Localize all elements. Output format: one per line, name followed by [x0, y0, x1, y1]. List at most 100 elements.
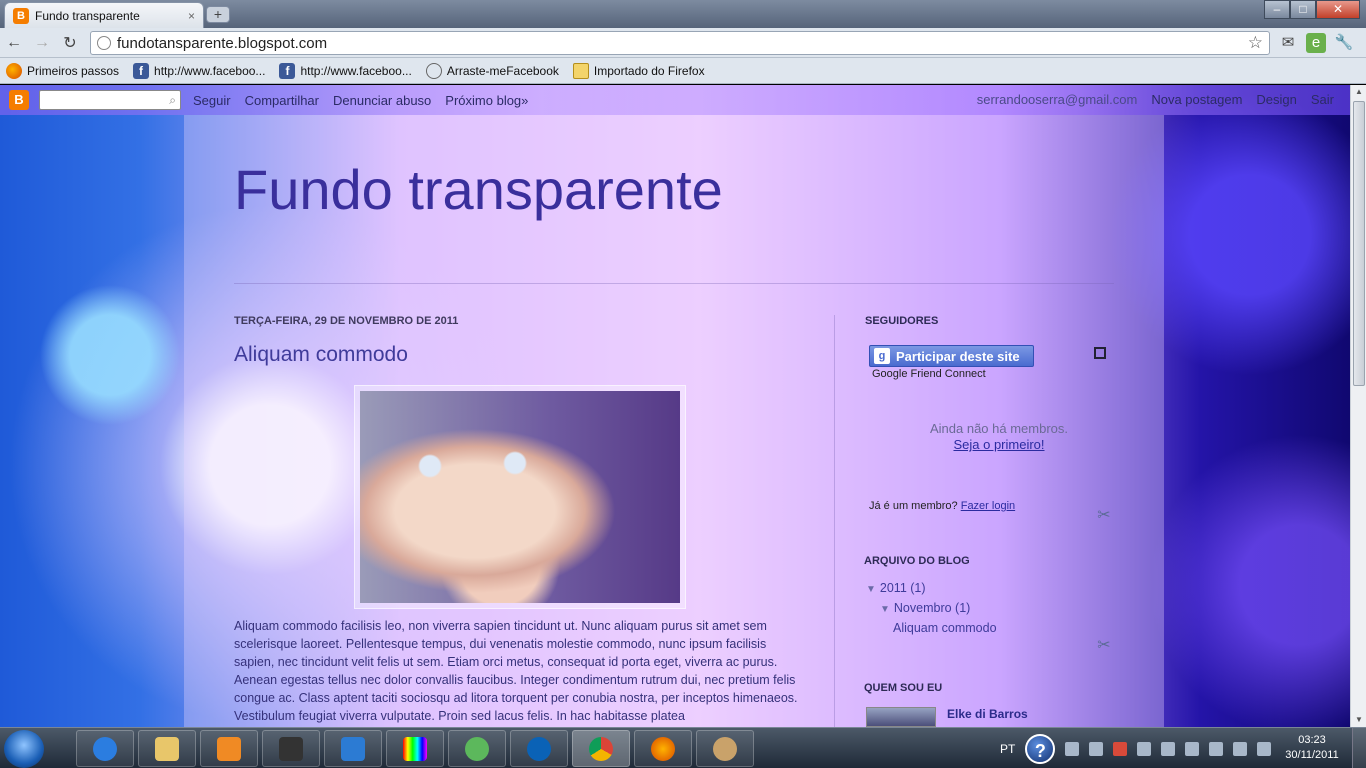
system-tray: PT ?	[1000, 728, 1272, 768]
post-image[interactable]	[354, 385, 686, 609]
ie-taskbar-button[interactable]	[76, 730, 134, 767]
share-link[interactable]: Compartilhar	[245, 93, 319, 108]
new-tab-button[interactable]: +	[206, 6, 230, 23]
bookmark-folder[interactable]: Importado do Firefox	[572, 62, 705, 79]
bookmark-label: Importado do Firefox	[593, 63, 705, 78]
archive-month-label: Novembro (1)	[893, 601, 971, 615]
flag-icon[interactable]	[1209, 741, 1224, 756]
show-desktop-button[interactable]	[1352, 728, 1366, 768]
reload-icon[interactable]: ↻	[56, 33, 84, 53]
report-abuse-link[interactable]: Denunciar abuso	[333, 93, 431, 108]
messenger-icon	[465, 736, 489, 761]
clock-time: 03:23	[1298, 734, 1326, 746]
tab-close-icon[interactable]: ×	[188, 9, 195, 23]
url-text[interactable]: fundotansparente.blogspot.com	[117, 35, 1248, 52]
bookmark-item[interactable]: Arraste-meFacebook	[425, 62, 559, 79]
hp-taskbar-button[interactable]	[510, 730, 568, 767]
archive-post-link[interactable]: Aliquam commodo	[893, 621, 997, 635]
bookmark-item[interactable]: f http://www.faceboo...	[279, 62, 412, 79]
column-divider	[834, 315, 835, 727]
network-signal-icon[interactable]	[1233, 741, 1248, 756]
folder-icon	[572, 62, 589, 79]
tray-icon[interactable]	[1089, 741, 1104, 756]
wrench-menu-icon[interactable]: 🔧	[1334, 33, 1354, 53]
google-friend-connect-icon: g	[874, 348, 890, 364]
firefox-icon	[6, 62, 22, 79]
paintbrush-taskbar-button[interactable]	[696, 730, 754, 767]
bookmark-item[interactable]: Primeiros passos	[6, 62, 119, 79]
tray-icon[interactable]	[1113, 741, 1128, 756]
browser-toolbar: ← → ↻ fundotansparente.blogspot.com ☆ ✉ …	[0, 28, 1366, 58]
login-link[interactable]: Fazer login	[961, 500, 1015, 512]
member-login-row: Já é um membro? Fazer login	[869, 500, 1015, 512]
blog-search-input[interactable]: ⌕	[39, 90, 181, 110]
facebook-icon: f	[133, 62, 150, 79]
tray-icon[interactable]	[1161, 741, 1176, 756]
language-indicator[interactable]: PT	[1000, 742, 1015, 756]
tray-icon[interactable]	[1065, 741, 1080, 756]
archive-year[interactable]: ▼ 2011 (1)	[866, 581, 926, 595]
edit-gadget-icon[interactable]: ✂	[1094, 635, 1114, 655]
sign-out-link[interactable]: Sair	[1311, 92, 1334, 107]
color-palette-icon	[403, 736, 427, 761]
chrome-taskbar-button[interactable]	[572, 730, 630, 767]
firefox-taskbar-button[interactable]	[634, 730, 692, 767]
firefox-icon	[651, 736, 675, 761]
expand-triangle-icon[interactable]: ▼	[880, 604, 890, 615]
bookmark-item[interactable]: f http://www.faceboo...	[133, 62, 265, 79]
tray-icon[interactable]	[1185, 741, 1200, 756]
expand-triangle-icon[interactable]: ▼	[866, 584, 876, 595]
media-player-taskbar-button[interactable]	[200, 730, 258, 767]
system-clock[interactable]: 03:23 30/11/2011	[1282, 733, 1342, 763]
tray-icon[interactable]	[1137, 741, 1152, 756]
post-date: TERÇA-FEIRA, 29 DE NOVEMBRO DE 2011	[234, 315, 459, 327]
folder-icon	[155, 736, 179, 761]
scroll-up-arrow[interactable]: ▲	[1351, 85, 1366, 99]
scrollbar-thumb[interactable]	[1353, 101, 1365, 386]
browser-tab[interactable]: B Fundo transparente ×	[4, 2, 204, 28]
forward-arrow-icon[interactable]: →	[28, 34, 56, 52]
address-bar[interactable]: fundotansparente.blogspot.com ☆	[90, 31, 1270, 55]
explorer-taskbar-button[interactable]	[138, 730, 196, 767]
help-icon[interactable]: ?	[1025, 733, 1056, 764]
new-post-link[interactable]: Nova postagem	[1151, 92, 1242, 107]
next-blog-link[interactable]: Próximo blog»	[445, 93, 528, 108]
close-window-button[interactable]: ✕	[1316, 0, 1360, 19]
vertical-scrollbar[interactable]: ▲ ▼	[1350, 85, 1366, 727]
edit-gadget-icon[interactable]: ✂	[1094, 505, 1114, 525]
chrome-icon	[589, 736, 613, 761]
account-email: serrandooserra@gmail.com	[976, 92, 1138, 107]
scroll-down-arrow[interactable]: ▼	[1351, 713, 1366, 727]
minimize-button[interactable]: –	[1264, 0, 1290, 19]
start-button[interactable]	[4, 730, 44, 768]
design-link[interactable]: Design	[1256, 92, 1296, 107]
author-avatar[interactable]	[866, 707, 936, 727]
blogger-navbar: B ⌕ Seguir Compartilhar Denunciar abuso …	[0, 85, 1350, 115]
browser-titlebar: B Fundo transparente × + – □ ✕	[0, 0, 1366, 28]
search-icon[interactable]: ⌕	[169, 93, 176, 108]
clock-date: 30/11/2011	[1285, 749, 1339, 761]
blogger-logo-icon[interactable]: B	[9, 90, 29, 110]
media-player-icon	[217, 736, 241, 761]
page-globe-icon	[97, 36, 111, 50]
archive-month[interactable]: ▼ Novembro (1)	[880, 601, 970, 615]
maximize-button[interactable]: □	[1290, 0, 1316, 19]
messenger-taskbar-button[interactable]	[448, 730, 506, 767]
paint-taskbar-button[interactable]	[386, 730, 444, 767]
back-arrow-icon[interactable]: ←	[0, 34, 28, 52]
post-title[interactable]: Aliquam commodo	[234, 343, 408, 367]
author-name[interactable]: Elke di Barros	[947, 707, 1028, 721]
be-first-link[interactable]: Seja o primeiro!	[919, 437, 1079, 452]
popout-icon[interactable]	[1094, 347, 1106, 359]
app-taskbar-button[interactable]	[324, 730, 382, 767]
volume-icon[interactable]	[1257, 741, 1272, 756]
blog-title[interactable]: Fundo transparente	[234, 157, 723, 222]
movie-clapper-icon	[279, 736, 303, 761]
join-site-button[interactable]: g Participar deste site	[869, 345, 1034, 367]
movie-maker-taskbar-button[interactable]	[262, 730, 320, 767]
bookmark-label: Arraste-meFacebook	[446, 63, 559, 78]
follow-link[interactable]: Seguir	[193, 93, 231, 108]
bookmark-star-icon[interactable]: ☆	[1248, 33, 1269, 53]
gmail-checker-icon[interactable]: ✉	[1278, 33, 1298, 53]
evernote-icon[interactable]: e	[1306, 33, 1326, 53]
